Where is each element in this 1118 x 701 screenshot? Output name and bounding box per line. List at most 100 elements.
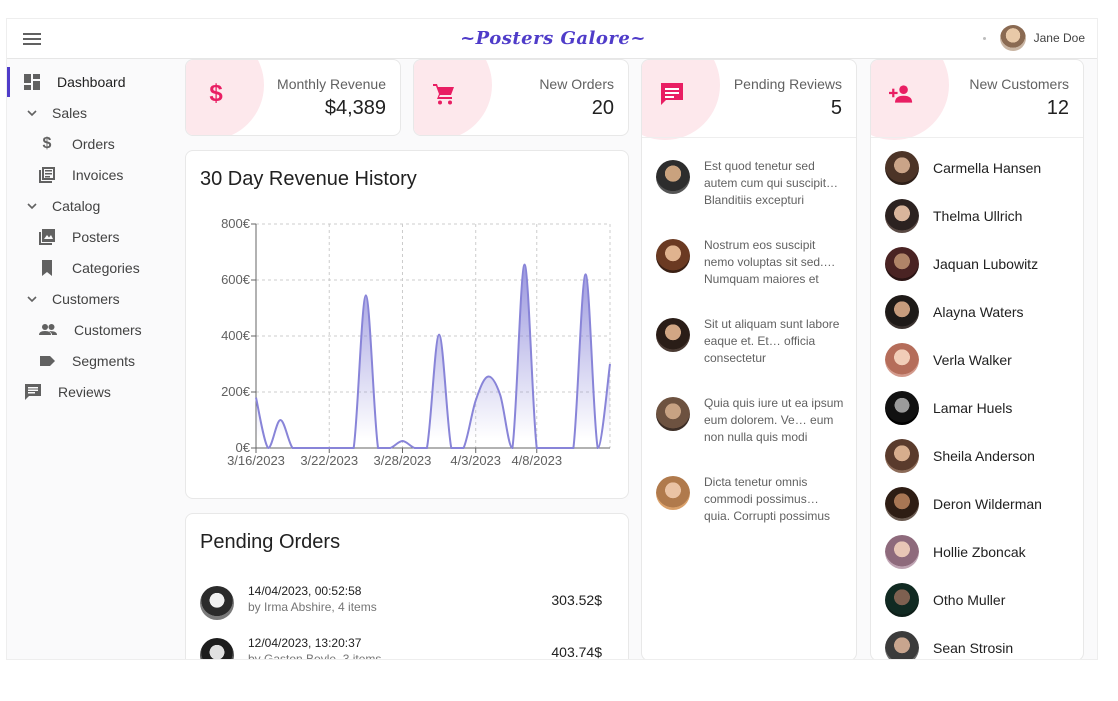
kpi-value: $4,389	[324, 97, 386, 119]
avatar	[999, 25, 1026, 51]
sidebar-item-reviews[interactable]: Reviews	[25, 377, 111, 407]
review-item[interactable]: Dicta tenetur omnis commodi possimus… qu…	[656, 474, 846, 534]
divider	[871, 137, 1083, 138]
comment-icon	[660, 80, 684, 108]
review-text: Dicta tenetur omnis commodi possimus… qu…	[704, 475, 831, 523]
review-text: Nostrum eos suscipit nemo voluptas sit s…	[704, 238, 836, 286]
sidebar-group-customers[interactable]: Customers	[25, 284, 120, 314]
avatar	[656, 239, 690, 273]
customer-name: Lamar Huels	[933, 400, 1013, 416]
user-menu[interactable]: Jane Doe	[982, 25, 1085, 51]
kpi-label: New Customers	[969, 76, 1069, 92]
divider	[642, 137, 856, 138]
customer-item[interactable]: Hollie Zboncak	[885, 535, 1083, 575]
sidebar-item-label: Posters	[72, 229, 120, 245]
order-amount: 303.52$	[551, 592, 602, 608]
review-item[interactable]: Quia quis iure ut ea ipsum eum dolorem. …	[656, 395, 846, 455]
customer-name: Thelma Ullrich	[933, 208, 1023, 224]
library-books-icon	[39, 167, 55, 183]
sidebar-item-label: Orders	[72, 136, 115, 152]
order-customer: by Irma Abshire, 4 items	[248, 600, 377, 614]
avatar	[885, 535, 919, 569]
sidebar-item-label: Dashboard	[57, 74, 126, 90]
kpi-new-orders[interactable]: New Orders 20	[413, 59, 629, 136]
section-title: Pending Orders	[200, 531, 341, 553]
order-row[interactable]: 12/04/2023, 13:20:37 by Gaston Boyle, 3 …	[200, 636, 614, 660]
customer-item[interactable]: Thelma Ullrich	[885, 199, 1083, 239]
customer-item[interactable]: Jaquan Lubowitz	[885, 247, 1083, 287]
revenue-chart-card: 30 Day Revenue History 0€ 200€ 400€ 600€ 800…	[185, 150, 629, 499]
customer-item[interactable]: Sean Strosin	[885, 631, 1083, 659]
revenue-chart: 0€200€400€600€800€3/16/2023 3/22/2023 3/28…	[221, 216, 611, 468]
customer-item[interactable]: Carmella Hansen	[885, 151, 1083, 191]
user-name: Jane Doe	[1033, 31, 1085, 45]
avatar	[885, 583, 919, 617]
customer-item[interactable]: Lamar Huels	[885, 391, 1083, 431]
sidebar-item-label: Sales	[52, 105, 88, 121]
kpi-label: Monthly Revenue	[277, 76, 386, 92]
app-window: ~Posters Galore~ Jane Doe Dashboard Sale…	[6, 18, 1098, 660]
avatar	[885, 199, 919, 233]
collections-icon	[39, 229, 55, 245]
customer-name: Sean Strosin	[933, 640, 1014, 656]
sidebar-item-posters[interactable]: Posters	[39, 222, 119, 252]
pending-orders-card: Pending Orders 14/04/2023, 00:52:58 by I…	[185, 513, 629, 660]
loading-dot	[982, 36, 986, 40]
customer-item[interactable]: Verla Walker	[885, 343, 1083, 383]
customer-item[interactable]: Alayna Waters	[885, 295, 1083, 335]
kpi-monthly-revenue[interactable]: $ Monthly Revenue $4,389	[185, 59, 401, 136]
kpi-new-customers: New Customers 12 Carmella Hansen Thelma …	[870, 59, 1084, 659]
bookmark-icon	[39, 260, 55, 276]
review-item[interactable]: Est quod tenetur sed autem cum qui susci…	[656, 158, 846, 218]
sidebar-item-label: Categories	[72, 260, 140, 276]
avatar	[885, 487, 919, 521]
order-amount: 403.74$	[551, 644, 602, 660]
avatar	[885, 151, 919, 185]
person-add-icon	[889, 80, 913, 108]
customer-item[interactable]: Sheila Anderson	[885, 439, 1083, 479]
review-item[interactable]: Nostrum eos suscipit nemo voluptas sit s…	[656, 237, 846, 297]
customer-name: Sheila Anderson	[933, 448, 1035, 464]
y-tick-label: 200€	[221, 384, 251, 399]
kpi-value: 20	[591, 97, 614, 119]
avatar	[200, 586, 234, 620]
dashboard-icon	[24, 74, 40, 90]
sidebar-item-orders[interactable]: $ Orders	[39, 129, 115, 159]
x-tick-label: 3/16/2023	[227, 453, 285, 468]
avatar	[885, 631, 919, 659]
people-icon	[39, 322, 57, 338]
x-tick-label: 4/3/2023	[450, 453, 501, 468]
avatar	[656, 318, 690, 352]
review-text: Quia quis iure ut ea ipsum eum dolorem. …	[704, 396, 844, 444]
y-tick-label: 600€	[221, 272, 251, 287]
customer-item[interactable]: Deron Wilderman	[885, 487, 1083, 527]
sidebar-item-label: Reviews	[58, 384, 111, 400]
avatar	[200, 638, 234, 659]
customer-name: Verla Walker	[933, 352, 1012, 368]
sidebar-item-categories[interactable]: Categories	[39, 253, 140, 283]
avatar	[656, 476, 690, 510]
kpi-label: New Orders	[539, 76, 614, 92]
comment-icon	[25, 384, 41, 400]
sidebar-item-customers[interactable]: Customers	[39, 315, 142, 345]
customer-item[interactable]: Otho Muller	[885, 583, 1083, 623]
customer-name: Alayna Waters	[933, 304, 1024, 320]
avatar	[885, 439, 919, 473]
cart-icon	[432, 80, 456, 108]
kpi-value: 5	[830, 97, 842, 119]
customer-name: Jaquan Lubowitz	[933, 256, 1039, 272]
avatar	[885, 295, 919, 329]
review-item[interactable]: Sit ut aliquam sunt labore eaque et. Et……	[656, 316, 846, 376]
avatar	[885, 247, 919, 281]
sidebar-item-segments[interactable]: Segments	[39, 346, 135, 376]
y-tick-label: 400€	[221, 328, 251, 343]
sidebar-group-catalog[interactable]: Catalog	[25, 191, 100, 221]
avatar	[656, 160, 690, 194]
order-row[interactable]: 14/04/2023, 00:52:58 by Irma Abshire, 4 …	[200, 584, 614, 628]
sidebar-group-sales[interactable]: Sales	[25, 98, 87, 128]
sidebar-item-label: Catalog	[52, 198, 101, 214]
sidebar-item-invoices[interactable]: Invoices	[39, 160, 123, 190]
sidebar-item-dashboard[interactable]: Dashboard	[7, 67, 126, 97]
chevron-down-icon	[25, 291, 41, 307]
app-bar: ~Posters Galore~ Jane Doe	[7, 19, 1097, 59]
